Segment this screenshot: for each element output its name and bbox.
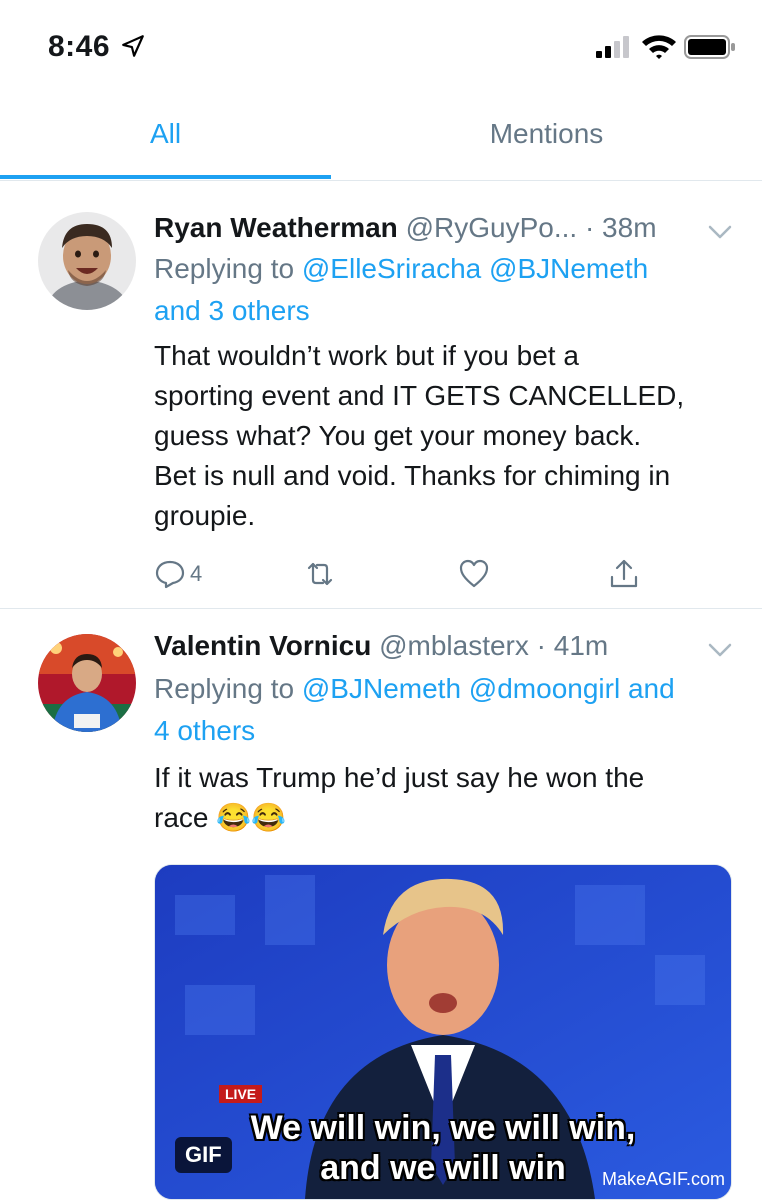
- battery-icon: [684, 35, 735, 59]
- chevron-down-icon[interactable]: [706, 640, 734, 660]
- mention-link[interactable]: @BJNemeth: [302, 673, 461, 704]
- mention-link[interactable]: @dmoongirl: [469, 673, 620, 704]
- gif-caption-line: We will win, we will win,: [250, 1109, 636, 1147]
- like-button[interactable]: [458, 556, 490, 592]
- tweet[interactable]: Ryan Weatherman @RyGuyPo... · 38m Replyi…: [0, 190, 762, 609]
- cellular-signal-icon: [596, 36, 629, 58]
- tab-mentions[interactable]: Mentions: [331, 100, 762, 178]
- reply-button[interactable]: 4: [154, 556, 202, 592]
- tweet-text: That wouldn’t work but if you bet a spor…: [154, 336, 744, 536]
- tweet-text: If it was Trump he’d just say he won the…: [154, 758, 744, 838]
- tweet-time: · 38m: [584, 212, 657, 243]
- tab-all[interactable]: All: [0, 100, 331, 178]
- active-tab-indicator: [0, 175, 331, 179]
- gif-watermark: MakeAGIF.com: [601, 1169, 725, 1189]
- replying-prefix: Replying to: [154, 673, 295, 704]
- tweet-header: Ryan Weatherman @RyGuyPo... · 38m: [154, 212, 657, 244]
- replying-others-link[interactable]: 4 others: [154, 715, 255, 746]
- tweet-header: Valentin Vornicu @mblasterx · 41m: [154, 630, 608, 662]
- gif-badge: GIF: [175, 1137, 232, 1173]
- author-name[interactable]: Valentin Vornicu: [154, 630, 371, 661]
- live-badge: LIVE: [219, 1085, 263, 1103]
- tweet-text-line: sporting event and IT GETS CANCELLED,: [154, 380, 685, 411]
- avatar[interactable]: [38, 212, 136, 310]
- tweet-text-line: Bet is null and void. Thanks for chiming…: [154, 460, 671, 491]
- status-bar: 8:46: [0, 0, 762, 96]
- avatar[interactable]: [38, 634, 136, 732]
- tweet-text-line: If it was Trump he’d just say he won the: [154, 762, 645, 793]
- reply-icon: [155, 560, 185, 589]
- replying-others-link[interactable]: and: [628, 673, 675, 704]
- author-handle[interactable]: @mblasterx: [379, 630, 529, 661]
- replying-prefix: Replying to: [154, 253, 295, 284]
- tweet-text-line: groupie.: [154, 500, 256, 531]
- chevron-down-icon[interactable]: [706, 222, 734, 242]
- tweet-actions: 4: [154, 556, 654, 596]
- gif-media[interactable]: LIVE We will win, we will win, and we wi…: [154, 864, 732, 1200]
- author-handle[interactable]: @RyGuyPo...: [406, 212, 578, 243]
- retweet-icon: [307, 562, 333, 586]
- author-name[interactable]: Ryan Weatherman: [154, 212, 398, 243]
- replying-to: Replying to @ElleSriracha @BJNemeth and …: [154, 248, 744, 332]
- tweet-text-line: That wouldn’t work but if you bet a: [154, 340, 579, 371]
- replying-others-link[interactable]: and 3 others: [154, 295, 310, 326]
- location-arrow-icon: [122, 35, 144, 57]
- wifi-icon: [642, 35, 676, 59]
- tweet-time: · 41m: [536, 630, 609, 661]
- reply-count: 4: [190, 561, 203, 586]
- notification-tabs: All Mentions: [0, 100, 762, 181]
- tweet-text-line: guess what? You get your money back.: [154, 420, 642, 451]
- mention-link[interactable]: @BJNemeth: [489, 253, 648, 284]
- tweet[interactable]: Valentin Vornicu @mblasterx · 41m Replyi…: [0, 610, 762, 1200]
- share-button[interactable]: [608, 556, 640, 592]
- retweet-button[interactable]: [304, 556, 336, 592]
- heart-icon: [459, 559, 489, 588]
- share-icon: [610, 559, 638, 588]
- tweet-text-line: race 😂😂: [154, 802, 286, 833]
- status-time: 8:46: [48, 30, 111, 63]
- mention-link[interactable]: @ElleSriracha: [302, 253, 481, 284]
- replying-to: Replying to @BJNemeth @dmoongirl and 4 o…: [154, 668, 744, 752]
